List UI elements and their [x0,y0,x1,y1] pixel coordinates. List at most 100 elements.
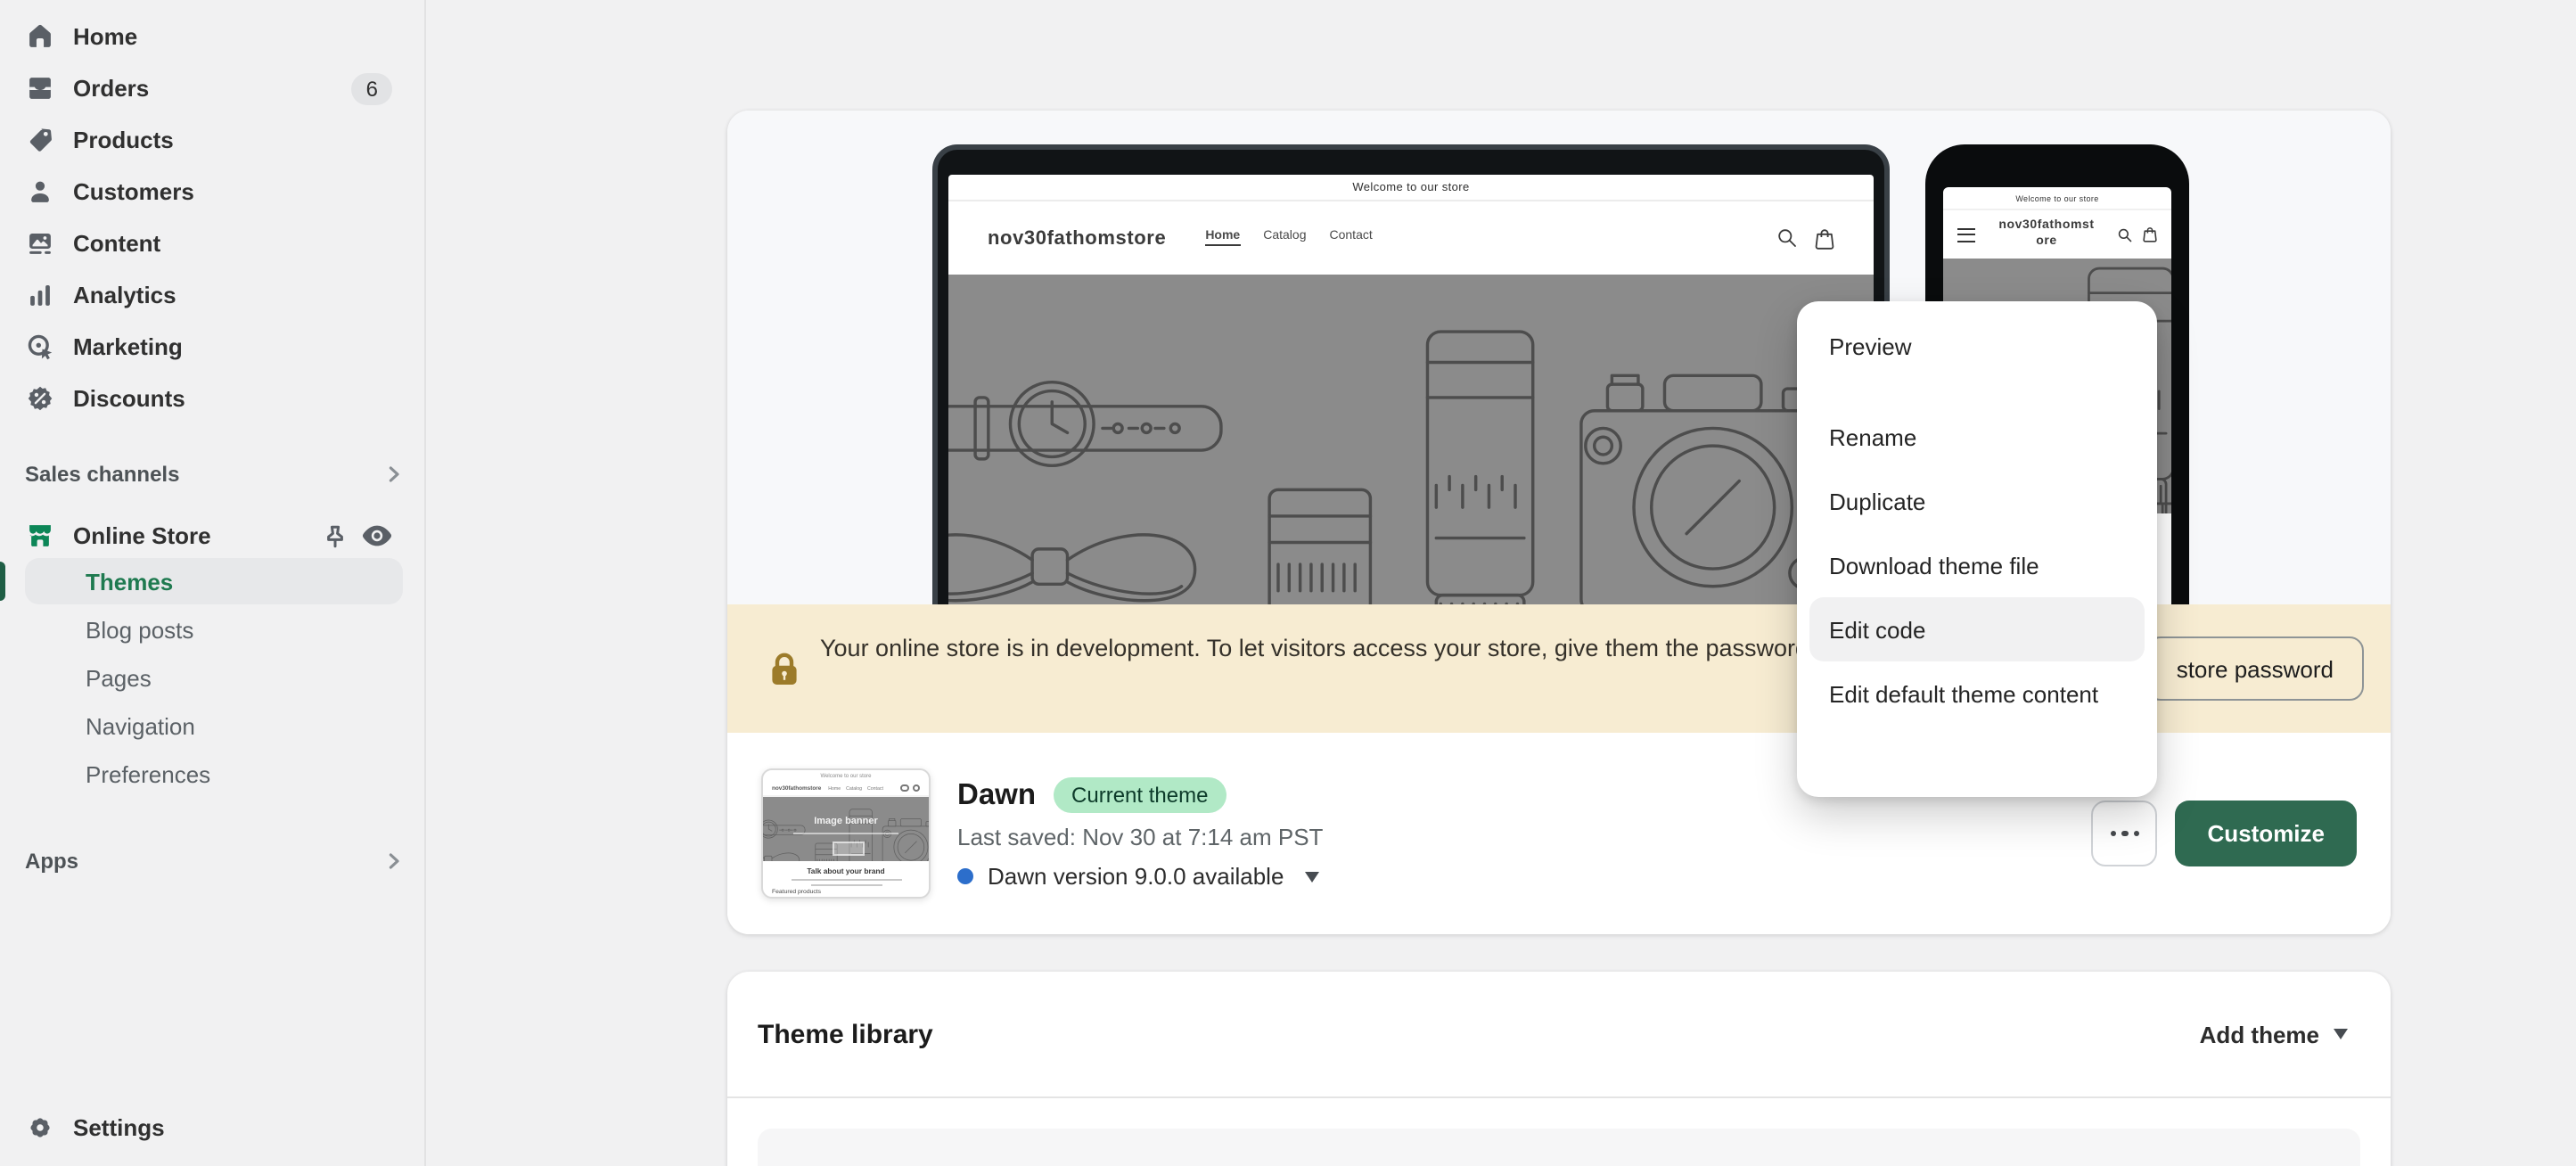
thumb-section: Talk about your brand [763,861,929,888]
shopify-admin: Home Orders 6 Products Customers Content… [0,0,2576,1166]
theme-thumbnail[interactable]: Welcome to our store nov30fathomstore Ho… [761,768,931,899]
divider [727,1096,2391,1098]
sidebar-item-label: Home [73,23,138,50]
hamburger-menu-icon [1957,227,1975,242]
add-theme-button[interactable]: Add theme [2200,1021,2348,1047]
orders-count-badge: 6 [351,72,392,104]
announcement-bar: Welcome to our store [1943,187,2171,210]
sidebar-item-customers[interactable]: Customers [14,166,403,218]
sales-channels-label: Sales channels [25,462,180,487]
thumb-caption-line [791,878,901,881]
menu-item-download-theme-file[interactable]: Download theme file [1809,533,2145,597]
bag-icon [1815,228,1834,249]
sidebar-item-label: Marketing [73,333,183,360]
thumb-nav-item: Catalog [846,785,863,791]
thumb-nav-item: Contact [867,785,883,791]
store-name-line1: nov30fathomst [1998,219,2095,232]
desktop-preview-mockup: Welcome to our store nov30fathomstore Ho… [932,144,1890,604]
sidebar-item-navigation[interactable]: Navigation [25,702,403,751]
store-password-button[interactable]: store password [2145,636,2364,701]
last-saved-text: Last saved: Nov 30 at 7:14 am PST [957,824,1324,850]
store-name: nov30fathomstore [988,227,1167,249]
sidebar-item-discounts[interactable]: Discounts [14,373,403,424]
sidebar-item-label: Products [73,127,174,153]
bag-icon [2143,227,2157,242]
nav-link-contact: Contact [1329,230,1373,242]
thumb-store-name: nov30fathomstore [772,784,822,792]
sidebar-item-label: Orders [73,75,150,102]
desktop-screen: Welcome to our store nov30fathomstore Ho… [948,175,1874,604]
lock-icon-wrap [770,651,799,733]
content-icon [29,233,51,254]
theme-library-card: Theme library Add theme [727,972,2391,1166]
search-icon [1778,229,1796,247]
sidebar-item-label: Pages [86,665,152,692]
thumb-announcement: Welcome to our store [820,772,872,779]
chevron-down-icon[interactable] [1305,871,1320,882]
eye-icon[interactable] [362,524,392,547]
menu-item-duplicate[interactable]: Duplicate [1809,469,2145,533]
update-available-dot [957,868,973,884]
sidebar-item-label: Preferences [86,761,211,788]
announcement-bar: Welcome to our store [948,175,1874,201]
person-icon [31,181,49,202]
sidebar-item-blog-posts[interactable]: Blog posts [25,606,403,654]
storefront-nav: Home Catalog Contact [1205,230,1373,246]
sidebar-item-analytics[interactable]: Analytics [14,269,403,321]
menu-item-edit-default-theme-content[interactable]: Edit default theme content [1809,661,2145,726]
customize-button[interactable]: Customize [2175,801,2357,866]
theme-actions-menu: Preview Rename Duplicate Download theme … [1797,301,2157,797]
nav-link-catalog: Catalog [1263,230,1307,242]
online-store-actions [323,523,392,548]
chevron-down-icon [2334,1029,2348,1039]
theme-info: Dawn Current theme Last saved: Nov 30 at… [957,777,1323,890]
apps-header[interactable]: Apps [25,836,403,886]
menu-item-preview[interactable]: Preview [1809,314,2145,378]
menu-item-rename[interactable]: Rename [1809,405,2145,469]
menu-item-edit-code[interactable]: Edit code [1809,597,2145,661]
sidebar-item-content[interactable]: Content [14,218,403,269]
store-name-line2: ore [2036,234,2057,247]
sidebar-item-settings[interactable]: Settings [14,1102,403,1154]
sidebar: Home Orders 6 Products Customers Content… [0,0,426,1166]
sidebar-item-label: Analytics [73,282,176,308]
hero-banner-image [948,275,1874,604]
thumb-hero-heading: Image banner [814,817,878,827]
sales-channels-header[interactable]: Sales channels [25,449,403,499]
sidebar-item-label: Blog posts [86,617,194,644]
thumb-header-icons [900,784,920,792]
storefront-icon [29,525,51,546]
sidebar-item-orders[interactable]: Orders 6 [14,62,403,114]
chevron-right-icon [389,466,399,482]
marketing-icon [28,334,53,360]
sidebar-item-label: Online Store [73,522,211,549]
gear-icon [30,1118,50,1137]
theme-library-row [758,1129,2360,1166]
theme-library-title: Theme library [758,1019,933,1049]
thumb-caption-line [810,883,882,886]
sidebar-item-marketing[interactable]: Marketing [14,321,403,373]
sidebar-item-products[interactable]: Products [14,114,403,166]
sidebar-item-home[interactable]: Home [14,11,403,62]
thumb-header: nov30fathomstore Home Catalog Contact [763,781,929,797]
theme-library-header: Theme library Add theme [727,972,2391,1096]
sidebar-item-online-store[interactable]: Online Store [14,510,403,562]
nav-link-home: Home [1205,230,1241,246]
current-theme-badge: Current theme [1054,777,1226,813]
banner-illustration [948,330,1874,604]
discount-icon [28,386,53,411]
storefront-header: nov30fathomstore Home Catalog Contact [948,201,1874,275]
pin-icon[interactable] [323,523,348,548]
apps-label: Apps [25,849,78,874]
search-icon [2118,227,2132,242]
theme-actions: Customize [2091,801,2357,866]
sidebar-item-themes[interactable]: Themes [25,558,403,604]
version-update-row[interactable]: Dawn version 9.0.0 available [957,863,1323,890]
mobile-header-icons [2118,226,2157,242]
theme-name: Dawn [957,778,1037,810]
sidebar-item-pages[interactable]: Pages [25,654,403,702]
thumb-hero: Image banner [763,797,929,861]
mobile-storefront-header: nov30fathomst ore [1943,210,2171,259]
sidebar-item-preferences[interactable]: Preferences [25,751,403,799]
more-actions-button[interactable] [2091,801,2158,866]
